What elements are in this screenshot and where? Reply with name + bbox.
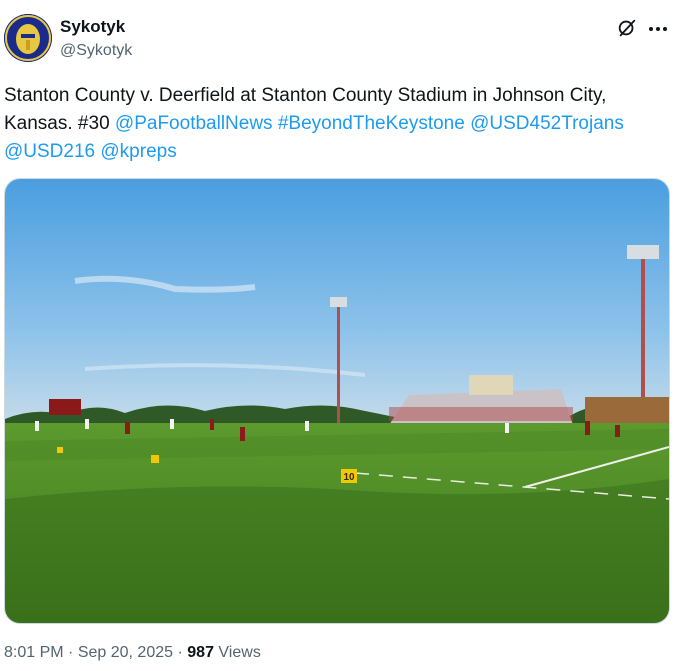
tweet-text: Stanton County v. Deerfield at Stanton C… [4,82,672,166]
hashtag-beyondthekeystone[interactable]: #BeyondTheKeystone [278,113,465,134]
tweet-photo[interactable]: 10 [4,178,670,624]
mention-pafootballnews[interactable]: @PaFootballNews [115,113,273,134]
tweet-meta: 8:01 PM · Sep 20, 2025 · 987 Views [4,644,261,662]
football-field-photo: 10 [5,179,669,623]
views-label: Views [218,644,261,661]
yard-marker-label: 10 [343,472,355,483]
avatar[interactable] [4,14,52,62]
mention-kpreps[interactable]: @kpreps [100,141,176,162]
avatar-image [4,14,52,62]
views-count: 987 [187,644,214,661]
mention-usd216[interactable]: @USD216 [4,141,95,162]
meta-separator: · [177,644,183,661]
more-icon[interactable] [648,19,668,39]
grok-icon[interactable] [616,17,638,39]
author-handle[interactable]: @Sykotyk [60,42,132,60]
tweet-time[interactable]: 8:01 PM [4,644,64,661]
mention-usd452trojans[interactable]: @USD452Trojans [470,113,624,134]
tweet-date[interactable]: Sep 20, 2025 [78,644,173,661]
author-display-name[interactable]: Sykotyk [60,17,125,37]
meta-separator: · [68,644,74,661]
